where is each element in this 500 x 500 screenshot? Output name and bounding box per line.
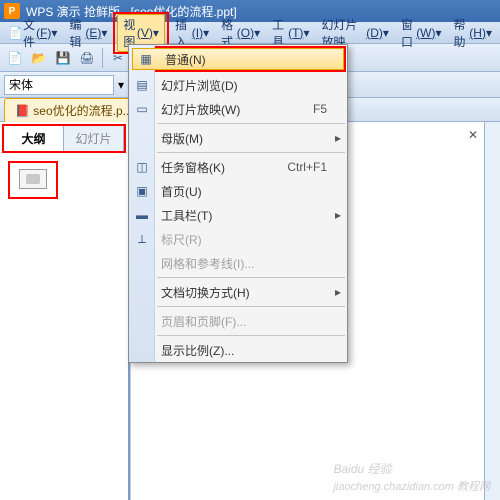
toolbar-icon: ▬ [133,208,151,222]
ruler-icon: ⟂ [133,232,151,247]
tab-outline[interactable]: 大纲 [4,126,64,151]
menu-separator [157,277,345,278]
menu-bar: 📄 文件(F)▾ 编辑(E)▾ 视图(V)▾ 插入(I)▾ 格式(O)▾ 工具(… [0,22,500,44]
menu-separator [157,123,345,124]
save-icon[interactable]: 💾 [52,47,74,69]
tab-slides[interactable]: 幻灯片 [64,126,124,151]
normal-view-icon: ▦ [137,52,155,66]
menu-item-zoom[interactable]: 显示比例(Z)... [129,338,347,362]
submenu-arrow-icon: ▸ [335,208,341,222]
browse-view-icon: ▤ [133,78,151,92]
home-icon: ▣ [133,184,151,198]
menu-window[interactable]: 窗口(W)▾ [395,14,448,52]
shortcut-label: Ctrl+F1 [287,160,327,174]
dropdown-icon[interactable]: ▾ [118,78,124,92]
close-pane-icon[interactable]: ✕ [468,128,478,142]
play-icon: ▭ [133,102,151,116]
menu-separator [157,152,345,153]
font-family-input[interactable] [4,75,114,95]
menu-item-grid[interactable]: 网格和参考线(I)... [129,251,347,275]
submenu-arrow-icon: ▸ [335,285,341,299]
menu-normal-highlight: ▦ 普通(N) [130,46,346,72]
menu-item-toolbar[interactable]: ▬ 工具栏(T)▸ [129,203,347,227]
sidebar: 大纲 幻灯片 [0,122,130,500]
slide-thumbnail-highlight [8,161,58,199]
menu-item-home[interactable]: ▣ 首页(U) [129,179,347,203]
menu-separator [157,335,345,336]
menu-item-master[interactable]: 母版(M)▸ [129,126,347,150]
menu-item-ruler[interactable]: ⟂ 标尺(R) [129,227,347,251]
menu-item-normal[interactable]: ▦ 普通(N) [132,48,344,70]
sidebar-tabs-highlight: 大纲 幻灯片 [2,124,126,153]
menu-item-play[interactable]: ▭ 幻灯片放映(W) F5 [129,97,347,121]
menu-help[interactable]: 帮助(H)▾ [448,14,498,52]
slide-thumbnail[interactable] [19,169,47,189]
taskpane-icon: ◫ [133,160,151,174]
view-menu-dropdown: ▦ 普通(N) ▤ 幻灯片浏览(D) ▭ 幻灯片放映(W) F5 母版(M)▸ … [128,44,348,363]
submenu-arrow-icon: ▸ [335,131,341,145]
menu-item-browse[interactable]: ▤ 幻灯片浏览(D) [129,73,347,97]
scrollbar[interactable] [484,122,500,500]
cut-icon[interactable]: ✂ [107,47,129,69]
menu-separator [157,306,345,307]
new-icon[interactable]: 📄 [4,47,26,69]
separator-icon [102,48,103,68]
shortcut-label: F5 [313,102,327,116]
print-icon[interactable]: 🖨 [76,47,98,69]
open-icon[interactable]: 📂 [28,47,50,69]
menu-item-switch[interactable]: 文档切换方式(H)▸ [129,280,347,304]
menu-item-taskpane[interactable]: ◫ 任务窗格(K) Ctrl+F1 [129,155,347,179]
menu-item-headerfooter[interactable]: 页眉和页脚(F)... [129,309,347,333]
